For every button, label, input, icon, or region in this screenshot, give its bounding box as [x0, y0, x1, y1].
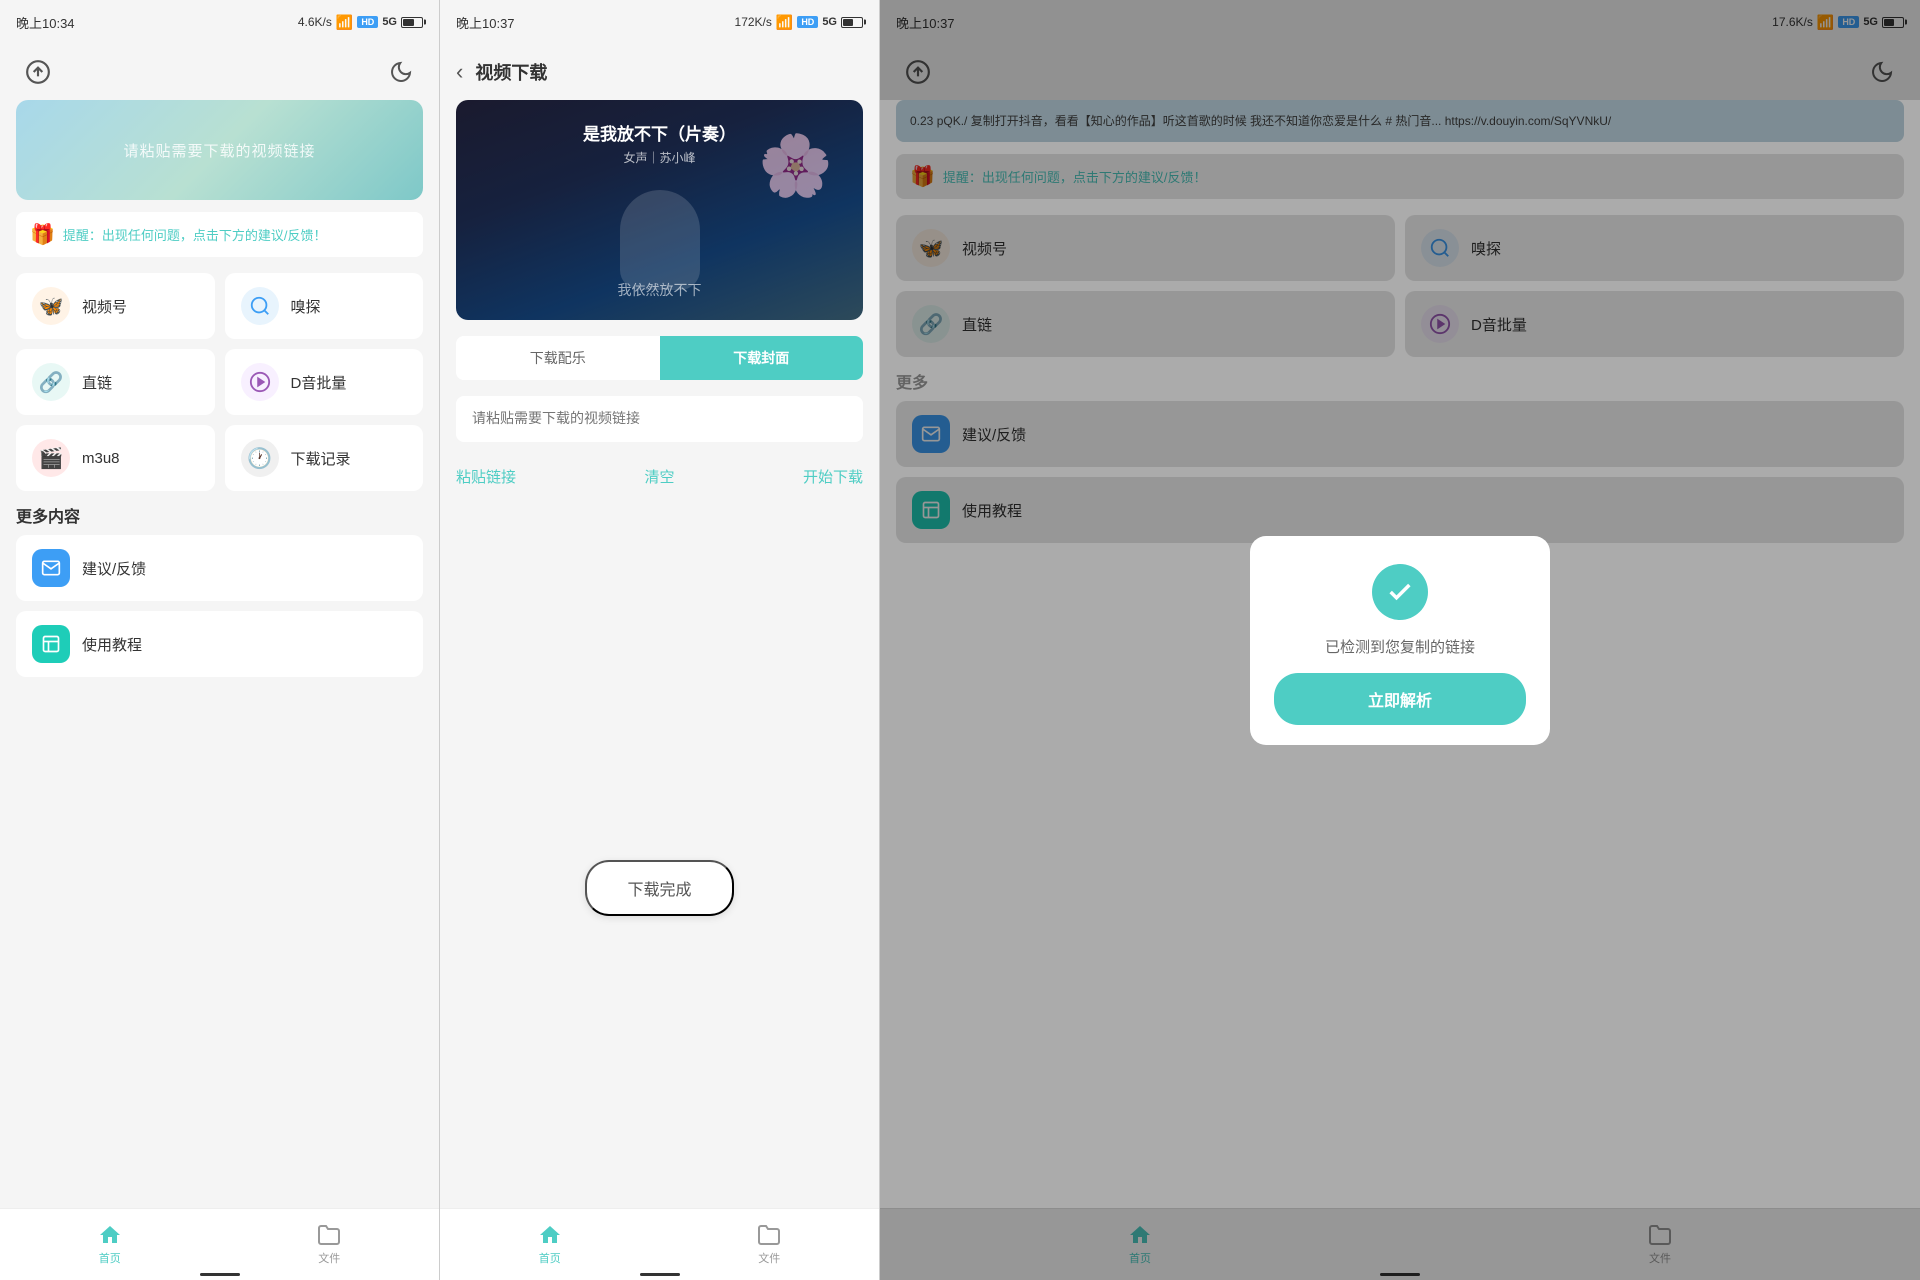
download-complete-button[interactable]: 下载完成: [585, 860, 733, 916]
url-input[interactable]: [472, 410, 847, 426]
tab-music[interactable]: 下载配乐: [456, 336, 660, 380]
check-circle-icon: [1372, 564, 1428, 620]
nav-home-label-1: 首页: [99, 1250, 121, 1266]
notice-bar-1[interactable]: 🎁 提醒：出现任何问题，点击下方的建议/反馈！: [16, 212, 423, 257]
status-speed-2: 172K/s: [735, 15, 772, 29]
hero-banner-1: 请粘贴需要下载的视频链接: [16, 100, 423, 200]
figure-decoration: [620, 190, 700, 290]
moon-icon-1[interactable]: [383, 54, 419, 90]
nav-files-2[interactable]: 文件: [660, 1209, 880, 1280]
menu-item-m3u8-1[interactable]: 🎬 m3u8: [16, 425, 215, 491]
status-speed-1: 4.6K/s: [298, 15, 332, 29]
bottom-nav-2: 首页 文件: [440, 1208, 879, 1280]
m3u8-icon-1: 🎬: [32, 439, 70, 477]
menu-item-dayin-1[interactable]: D音批量: [225, 349, 424, 415]
status-right-2: 172K/s 📶 HD 5G: [735, 14, 863, 31]
link-detected-dialog: 已检测到您复制的链接 立即解析: [1250, 536, 1550, 745]
tutorial-icon-1: [32, 625, 70, 663]
miaopai-icon-1: [241, 287, 279, 325]
zhilian-icon-1: 🔗: [32, 363, 70, 401]
back-button[interactable]: ‹: [456, 59, 463, 85]
bottom-nav-1: 首页 文件: [0, 1208, 439, 1280]
weishi-label-1: 视频号: [82, 296, 127, 317]
nav-home-2[interactable]: 首页: [440, 1209, 660, 1280]
menu-item-record-1[interactable]: 🕐 下载记录: [225, 425, 424, 491]
grid-menu-1: 🦋 视频号 嗅探 🔗 直链 D音批量 🎬: [16, 273, 423, 491]
parse-now-button[interactable]: 立即解析: [1274, 673, 1526, 725]
panel-2-download: 晚上10:37 172K/s 📶 HD 5G ‹ 视频下载 是我放不下（片奏） …: [440, 0, 880, 1280]
list-menu-1: 建议/反馈 使用教程: [16, 535, 423, 677]
hd-badge-2: HD: [797, 16, 818, 28]
more-section-title-1: 更多内容: [16, 503, 423, 527]
list-item-feedback-1[interactable]: 建议/反馈: [16, 535, 423, 601]
tab-bar-2: 下载配乐 下载封面: [456, 336, 863, 380]
flower-decoration: 🌸: [758, 130, 833, 201]
status-time-2: 晚上10:37: [456, 13, 515, 32]
nav-files-label-2: 文件: [758, 1250, 780, 1266]
tutorial-label-1: 使用教程: [82, 634, 142, 655]
download-complete-area: 下载完成: [440, 495, 879, 1280]
m3u8-label-1: m3u8: [82, 450, 120, 467]
status-bar-2: 晚上10:37 172K/s 📶 HD 5G: [440, 0, 879, 44]
notice-text-1: 提醒：出现任何问题，点击下方的建议/反馈！: [63, 225, 327, 244]
tab-cover[interactable]: 下载封面: [660, 336, 864, 380]
status-bar-1: 晚上10:34 4.6K/s 📶 HD 5G: [0, 0, 439, 44]
weishi-icon-1: 🦋: [32, 287, 70, 325]
menu-item-miaopai-1[interactable]: 嗅探: [225, 273, 424, 339]
record-icon-1: 🕐: [241, 439, 279, 477]
paste-link-button[interactable]: 粘贴链接: [456, 458, 516, 495]
battery-icon-2: [841, 17, 863, 28]
app-header-1: [0, 44, 439, 100]
wifi-icon-1: 📶: [336, 14, 353, 31]
nav-home-1[interactable]: 首页: [0, 1209, 220, 1280]
panel2-header: ‹ 视频下载: [440, 44, 879, 100]
video-thumbnail: 是我放不下（片奏） 女声｜苏小峰 🌸 我依然放不下: [456, 100, 863, 320]
signal-5g-2: 5G: [822, 16, 837, 28]
feedback-icon-1: [32, 549, 70, 587]
upload-icon-1[interactable]: [20, 54, 56, 90]
dialog-message: 已检测到您复制的链接: [1325, 636, 1475, 657]
zhilian-label-1: 直链: [82, 372, 112, 393]
panel2-title: 视频下载: [475, 59, 547, 85]
panel-1-home: 晚上10:34 4.6K/s 📶 HD 5G 请粘贴需要下载的视频链: [0, 0, 440, 1280]
menu-item-zhilian-1[interactable]: 🔗 直链: [16, 349, 215, 415]
dayin-label-1: D音批量: [291, 372, 347, 393]
wifi-icon-2: 📶: [776, 14, 793, 31]
list-item-tutorial-1[interactable]: 使用教程: [16, 611, 423, 677]
status-time-1: 晚上10:34: [16, 13, 75, 32]
video-subtitle: 我依然放不下: [456, 280, 863, 300]
start-download-button[interactable]: 开始下载: [803, 458, 863, 495]
hd-badge-1: HD: [357, 16, 378, 28]
url-input-area[interactable]: [456, 396, 863, 442]
status-right-1: 4.6K/s 📶 HD 5G: [298, 14, 423, 31]
dayin-icon-1: [241, 363, 279, 401]
signal-5g-1: 5G: [382, 16, 397, 28]
feedback-label-1: 建议/反馈: [82, 558, 146, 579]
dialog-overlay: 已检测到您复制的链接 立即解析: [880, 0, 1920, 1280]
clear-button[interactable]: 清空: [644, 458, 674, 495]
panel-3-dialog: 晚上10:37 17.6K/s 📶 HD 5G: [880, 0, 1920, 1280]
gift-icon-1: 🎁: [30, 222, 55, 247]
record-label-1: 下载记录: [291, 448, 351, 469]
miaopai-label-1: 嗅探: [291, 296, 321, 317]
nav-files-label-1: 文件: [318, 1250, 340, 1266]
action-buttons: 粘贴链接 清空 开始下载: [456, 458, 863, 495]
hero-text-1: 请粘贴需要下载的视频链接: [123, 140, 315, 161]
menu-item-weishi-1[interactable]: 🦋 视频号: [16, 273, 215, 339]
nav-files-1[interactable]: 文件: [220, 1209, 440, 1280]
battery-icon-1: [401, 17, 423, 28]
nav-home-label-2: 首页: [539, 1250, 561, 1266]
